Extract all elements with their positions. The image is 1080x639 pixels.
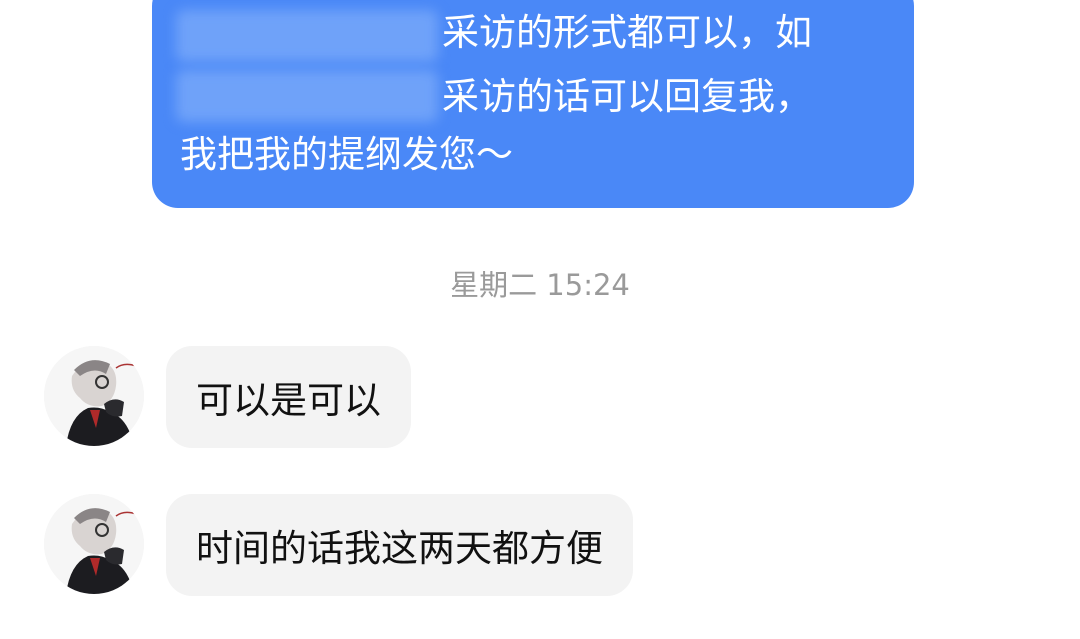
redacted-text xyxy=(176,70,438,122)
avatar-icon[interactable] xyxy=(44,494,144,594)
chat-screen: 采访的形式都可以，如 采访的话可以回复我， 我把我的提纲发您～ 星期二 15:2… xyxy=(0,0,1080,639)
incoming-message-bubble[interactable]: 可以是可以 xyxy=(166,346,411,448)
message-text: 时间的话我这两天都方便 xyxy=(196,527,603,570)
message-text-line: 采访的形式都可以，如 xyxy=(442,11,812,54)
avatar-image xyxy=(44,494,144,594)
outgoing-message-bubble[interactable]: 采访的形式都可以，如 采访的话可以回复我， 我把我的提纲发您～ xyxy=(152,0,914,208)
redacted-text xyxy=(176,10,438,62)
avatar-icon[interactable] xyxy=(44,346,144,446)
avatar-image xyxy=(44,346,144,446)
message-timestamp: 星期二 15:24 xyxy=(450,268,630,302)
message-text-line: 采访的话可以回复我， xyxy=(442,75,812,118)
message-text: 可以是可以 xyxy=(196,379,381,422)
message-text-line: 我把我的提纲发您～ xyxy=(180,133,513,176)
incoming-message-bubble[interactable]: 时间的话我这两天都方便 xyxy=(166,494,633,596)
